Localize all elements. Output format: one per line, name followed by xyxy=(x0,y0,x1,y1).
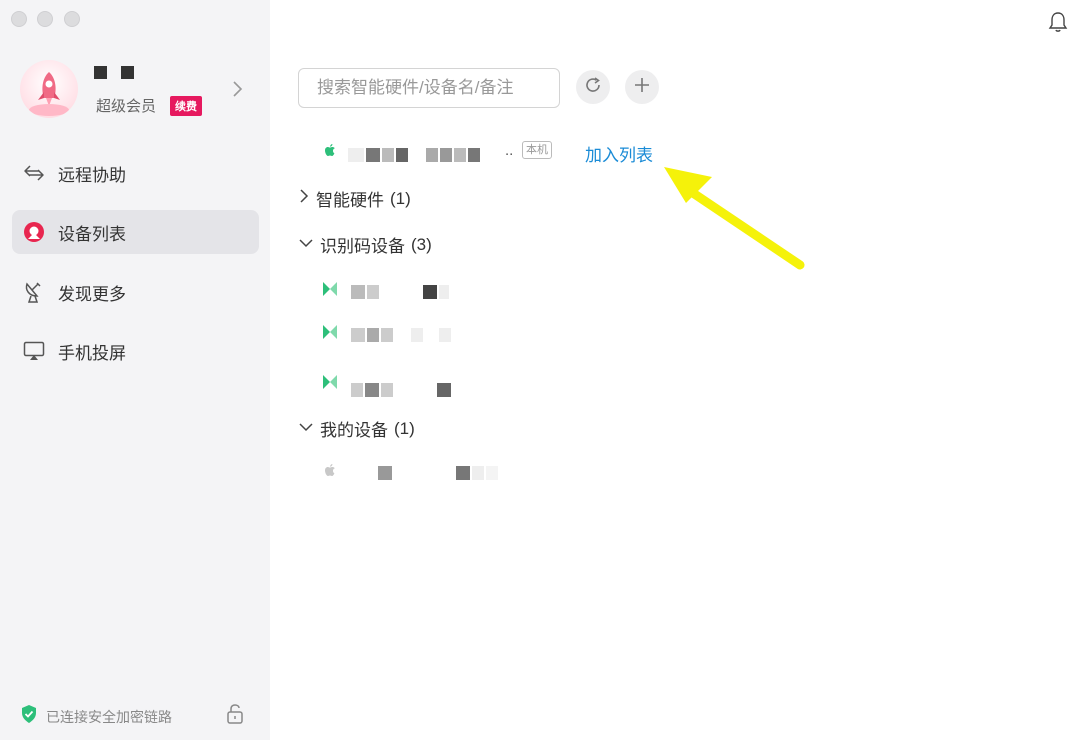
group-my-devices[interactable]: 我的设备 (1) xyxy=(298,416,415,441)
bell-icon[interactable] xyxy=(1048,11,1068,38)
list-item[interactable] xyxy=(322,462,500,483)
plus-icon xyxy=(633,76,651,99)
list-item[interactable] xyxy=(322,281,451,302)
remote-assist-icon xyxy=(22,161,46,185)
group-count: (1) xyxy=(394,418,415,438)
satellite-dish-icon xyxy=(22,280,46,304)
refresh-button[interactable] xyxy=(576,70,610,104)
sidebar-item-label: 发现更多 xyxy=(58,284,126,304)
sidebar-item-label: 远程协助 xyxy=(58,165,126,185)
connection-status: 已连接安全加密链路 xyxy=(20,704,172,729)
sidebar-item-remote-assist[interactable]: 远程协助 xyxy=(12,151,259,195)
remote-device-icon xyxy=(322,324,338,345)
device-list-icon xyxy=(22,220,46,244)
search-input[interactable] xyxy=(298,68,560,108)
local-device-badge: 本机 xyxy=(522,141,552,159)
add-device-button[interactable] xyxy=(625,70,659,104)
current-device-row[interactable] xyxy=(322,142,338,163)
device-name-ellipsis: .. xyxy=(505,142,514,159)
device-name-redacted xyxy=(351,284,451,299)
device-name-redacted xyxy=(351,383,453,397)
group-count: (1) xyxy=(390,188,411,208)
group-count: (3) xyxy=(411,234,432,254)
window-minimize-button[interactable] xyxy=(37,11,53,27)
chevron-down-icon xyxy=(298,236,314,254)
list-item[interactable] xyxy=(322,324,453,345)
remote-device-icon xyxy=(322,281,338,302)
sidebar-item-label: 手机投屏 xyxy=(58,343,126,363)
window-zoom-button[interactable] xyxy=(64,11,80,27)
shield-check-icon xyxy=(20,704,38,729)
group-label: 识别码设备 xyxy=(320,237,405,256)
remote-device-icon xyxy=(322,374,338,395)
sidebar-item-screen-cast[interactable]: 手机投屏 xyxy=(12,329,259,373)
unlock-icon[interactable] xyxy=(225,703,245,730)
renew-badge[interactable]: 续费 xyxy=(170,96,202,116)
annotation-arrow-icon xyxy=(650,155,820,280)
device-name-redacted xyxy=(351,327,453,342)
screen-cast-icon xyxy=(22,339,46,363)
device-name-redacted xyxy=(378,465,500,480)
group-smart-hardware[interactable]: 智能硬件 (1) xyxy=(298,186,411,211)
sidebar-item-label: 设备列表 xyxy=(58,224,126,244)
apple-icon xyxy=(322,142,338,163)
sidebar-item-discover-more[interactable]: 发现更多 xyxy=(12,270,259,314)
chevron-right-icon xyxy=(298,188,310,209)
chevron-right-icon[interactable] xyxy=(232,80,244,103)
sidebar: 超级会员 续费 远程协助 设备列表 发现更多 手机投屏 已连接安全加密链路 xyxy=(0,0,270,740)
group-label: 我的设备 xyxy=(320,421,388,440)
connection-status-text: 已连接安全加密链路 xyxy=(46,708,172,725)
membership-label: 超级会员 xyxy=(96,98,157,115)
apple-icon xyxy=(322,462,338,483)
chevron-down-icon xyxy=(298,420,314,438)
window-close-button[interactable] xyxy=(11,11,27,27)
refresh-icon xyxy=(584,76,602,99)
group-id-code-devices[interactable]: 识别码设备 (3) xyxy=(298,232,432,257)
sidebar-item-device-list[interactable]: 设备列表 xyxy=(12,210,259,254)
group-label: 智能硬件 xyxy=(316,191,384,210)
list-item[interactable] xyxy=(322,371,453,397)
add-to-list-button[interactable]: 加入列表 xyxy=(585,141,653,166)
user-name-redacted xyxy=(94,66,134,79)
current-device-name-redacted xyxy=(348,148,482,162)
avatar[interactable] xyxy=(20,60,78,118)
